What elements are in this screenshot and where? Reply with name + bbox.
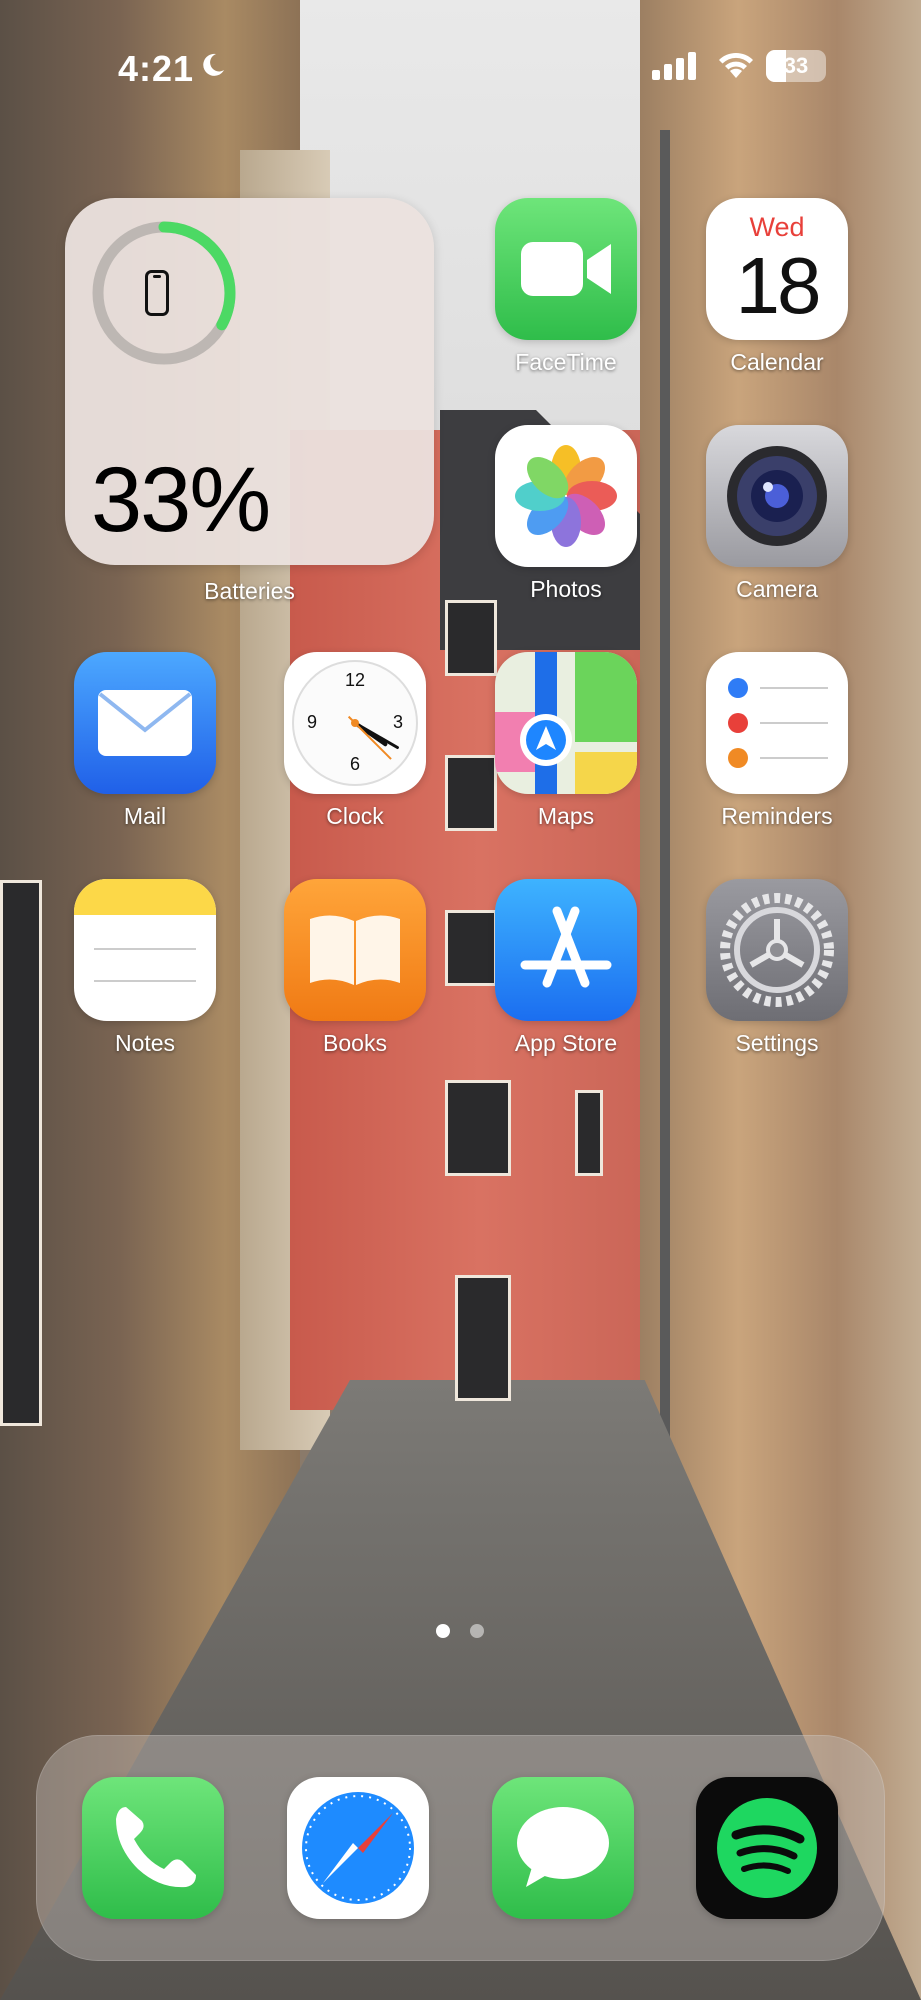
app-store-icon[interactable] xyxy=(495,879,637,1021)
calendar-icon[interactable]: Wed 18 xyxy=(706,198,848,340)
camera-icon[interactable] xyxy=(706,425,848,567)
app-label: Settings xyxy=(735,1030,819,1056)
app-label: Photos xyxy=(530,576,602,602)
cellular-signal-icon xyxy=(652,52,696,80)
app-reminders[interactable]: Reminders xyxy=(706,652,848,829)
app-label: Maps xyxy=(537,803,595,829)
battery-icon: 33 xyxy=(766,50,826,82)
app-label: Books xyxy=(323,1030,387,1056)
app-label: Camera xyxy=(736,576,818,602)
messages-icon[interactable] xyxy=(492,1777,634,1919)
dock-app-phone[interactable] xyxy=(82,1777,224,1952)
clock-numeral: 9 xyxy=(306,712,317,732)
wifi-icon xyxy=(719,52,753,78)
app-label: Notes xyxy=(114,1030,176,1056)
reminders-icon[interactable] xyxy=(706,652,848,794)
clock-numeral: 3 xyxy=(392,712,403,732)
facetime-icon[interactable] xyxy=(495,198,637,340)
page-dot[interactable] xyxy=(470,1624,484,1638)
app-calendar[interactable]: Wed 18 Calendar xyxy=(706,198,848,375)
app-photos[interactable]: Photos xyxy=(495,425,637,602)
moon-icon xyxy=(203,53,224,76)
status-time: 4:21 xyxy=(118,48,195,89)
clock-icon[interactable]: 12 3 6 9 xyxy=(284,652,426,794)
phone-icon[interactable] xyxy=(82,1777,224,1919)
settings-icon[interactable] xyxy=(706,879,848,1021)
clock-numeral: 12 xyxy=(344,670,366,690)
wallpaper-window xyxy=(445,600,497,676)
page-indicator[interactable] xyxy=(430,1624,492,1640)
app-clock[interactable]: 12 3 6 9 Clock xyxy=(284,652,426,829)
app-label: App Store xyxy=(514,1030,618,1056)
wallpaper-doorway xyxy=(455,1275,511,1401)
app-settings[interactable]: Settings xyxy=(706,879,848,1056)
page-dot-active[interactable] xyxy=(436,1624,450,1638)
battery-level-text: 33 xyxy=(783,53,809,78)
notes-icon[interactable] xyxy=(74,879,216,1021)
app-mail[interactable]: Mail xyxy=(74,652,216,829)
calendar-day-name: Wed xyxy=(749,212,805,242)
dock xyxy=(36,1735,885,1961)
safari-icon[interactable] xyxy=(287,1777,429,1919)
app-label: Mail xyxy=(123,803,167,829)
app-label: Reminders xyxy=(721,803,833,829)
iphone-icon xyxy=(145,270,169,316)
battery-percent: 33% xyxy=(91,449,271,551)
widget-label: Batteries xyxy=(204,578,295,604)
app-books[interactable]: Books xyxy=(284,879,426,1056)
app-app-store[interactable]: App Store xyxy=(495,879,637,1056)
photos-icon[interactable] xyxy=(495,425,637,567)
app-camera[interactable]: Camera xyxy=(706,425,848,602)
wallpaper-window xyxy=(445,1080,511,1176)
wallpaper-window xyxy=(0,880,42,1426)
wallpaper-window xyxy=(575,1090,603,1176)
dock-app-spotify[interactable] xyxy=(696,1777,838,1952)
dock-app-messages[interactable] xyxy=(492,1777,634,1952)
app-label: Clock xyxy=(326,803,384,829)
calendar-day-number: 18 xyxy=(735,241,822,330)
app-label: FaceTime xyxy=(515,349,617,375)
dock-app-safari[interactable] xyxy=(287,1777,429,1952)
app-maps[interactable]: Maps xyxy=(495,652,637,829)
app-facetime[interactable]: FaceTime xyxy=(495,198,637,375)
batteries-widget[interactable]: 33% xyxy=(65,198,434,565)
app-label: Calendar xyxy=(730,349,824,375)
wallpaper-window xyxy=(445,910,497,986)
status-bar: 4:21 33 xyxy=(0,0,921,135)
maps-icon[interactable] xyxy=(495,652,637,794)
mail-icon[interactable] xyxy=(74,652,216,794)
books-icon[interactable] xyxy=(284,879,426,1021)
clock-numeral: 6 xyxy=(349,754,360,774)
app-notes[interactable]: Notes xyxy=(74,879,216,1056)
spotify-icon[interactable] xyxy=(696,1777,838,1919)
